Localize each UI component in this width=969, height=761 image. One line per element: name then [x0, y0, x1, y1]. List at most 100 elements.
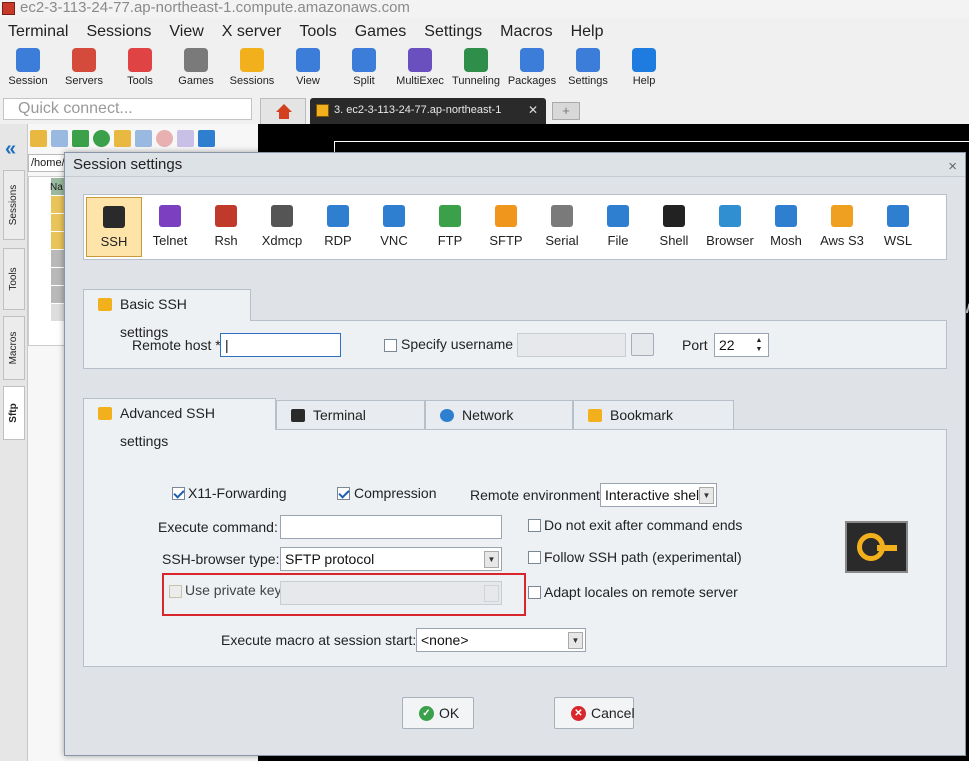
list-item[interactable] — [51, 268, 65, 285]
delete-icon[interactable] — [156, 130, 173, 147]
close-tab-icon[interactable]: ✕ — [528, 98, 538, 122]
toolbar-help-button[interactable]: Help — [616, 44, 672, 94]
menu-macros[interactable]: Macros — [492, 20, 562, 44]
username-input[interactable] — [517, 333, 626, 357]
list-item[interactable] — [51, 286, 65, 303]
adapt-locales-checkbox[interactable] — [528, 586, 541, 599]
protocol-ssh-button[interactable]: SSH — [86, 197, 142, 257]
x11-forwarding-checkbox[interactable] — [172, 487, 185, 500]
menu-tools[interactable]: Tools — [291, 20, 346, 44]
home-tab[interactable] — [260, 98, 306, 124]
toolbar-label: Help — [632, 75, 656, 87]
tab-bookmark-settings[interactable]: Bookmark settings — [573, 400, 734, 451]
side-tab-sessions[interactable]: Sessions — [3, 170, 25, 240]
toolbar-session-button[interactable]: Session — [0, 44, 56, 94]
sftp-path-input[interactable]: /home/u — [28, 154, 68, 172]
quick-connect-input[interactable]: Quick connect... — [3, 98, 252, 120]
protocol-vnc-button[interactable]: VNC — [366, 197, 422, 257]
refresh-icon[interactable] — [93, 130, 110, 147]
session-tab[interactable]: 3. ec2-3-113-24-77.ap-northeast-1 ✕ — [310, 98, 546, 124]
menu-games[interactable]: Games — [347, 20, 417, 44]
protocol-rdp-button[interactable]: RDP — [310, 197, 366, 257]
user-manager-icon[interactable] — [631, 333, 654, 356]
ok-button[interactable]: ✓ OK — [402, 697, 474, 729]
protocol-xdmcp-button[interactable]: Xdmcp — [254, 197, 310, 257]
menu-help[interactable]: Help — [563, 20, 614, 44]
toolbar-label: Tools — [127, 75, 153, 87]
protocol-sftp-button[interactable]: SFTP — [478, 197, 534, 257]
specify-username-checkbox[interactable] — [384, 339, 397, 352]
list-item[interactable] — [51, 232, 65, 249]
side-tab-sftp[interactable]: Sftp — [3, 386, 25, 440]
sftp-file-list[interactable] — [28, 176, 68, 346]
upload-icon[interactable] — [72, 130, 89, 147]
name-column-header[interactable]: Na — [50, 182, 63, 193]
toolbar-tools-button[interactable]: Tools — [112, 44, 168, 94]
chevron-down-icon[interactable]: ▼ — [568, 632, 583, 649]
packages-icon — [520, 48, 544, 72]
tab-terminal-settings[interactable]: Terminal settings — [276, 400, 425, 451]
toolbar-servers-button[interactable]: Servers — [56, 44, 112, 94]
menu-x-server[interactable]: X server — [214, 20, 292, 44]
menu-settings[interactable]: Settings — [416, 20, 492, 44]
toolbar-view-button[interactable]: View — [280, 44, 336, 94]
execute-command-input[interactable] — [280, 515, 502, 539]
do-not-exit-checkbox[interactable] — [528, 519, 541, 532]
toolbar-split-button[interactable]: Split — [336, 44, 392, 94]
toolbar-packages-button[interactable]: Packages — [504, 44, 560, 94]
toolbar-settings-button[interactable]: Settings — [560, 44, 616, 94]
gear-icon — [576, 48, 600, 72]
execute-macro-value: <none> — [421, 632, 469, 648]
new-folder-icon[interactable] — [114, 130, 131, 147]
protocol-file-button[interactable]: File — [590, 197, 646, 257]
side-tab-macros[interactable]: Macros — [3, 316, 25, 380]
cancel-button[interactable]: ✕ Cancel — [554, 697, 635, 729]
toolbar-sessions-button[interactable]: Sessions — [224, 44, 280, 94]
list-item[interactable] — [51, 196, 65, 213]
tab-basic-ssh-settings[interactable]: Basic SSH settings — [83, 289, 251, 340]
collapse-arrow-icon[interactable]: « — [5, 138, 16, 161]
compression-checkbox[interactable] — [337, 487, 350, 500]
list-item[interactable] — [51, 304, 65, 321]
follow-ssh-path-checkbox[interactable] — [528, 551, 541, 564]
toolbar-label: MultiExec — [396, 75, 444, 87]
new-file-icon[interactable] — [135, 130, 152, 147]
port-input[interactable]: 22 ▲ ▼ — [714, 333, 769, 357]
protocol-shell-button[interactable]: Shell — [646, 197, 702, 257]
protocol-aws-s3-button[interactable]: Aws S3 — [814, 197, 870, 257]
rename-icon[interactable] — [177, 130, 194, 147]
protocol-mosh-button[interactable]: Mosh — [758, 197, 814, 257]
list-item[interactable] — [51, 214, 65, 231]
side-tab-tools[interactable]: Tools — [3, 248, 25, 310]
protocol-browser-button[interactable]: Browser — [702, 197, 758, 257]
menu-terminal[interactable]: Terminal — [0, 20, 78, 44]
toolbar-tunneling-button[interactable]: Tunneling — [448, 44, 504, 94]
protocol-ftp-button[interactable]: FTP — [422, 197, 478, 257]
session-tab-label: 3. ec2-3-113-24-77.ap-northeast-1 — [334, 104, 502, 116]
protocol-wsl-button[interactable]: WSL — [870, 197, 926, 257]
list-item[interactable] — [51, 250, 65, 267]
protocol-rsh-button[interactable]: Rsh — [198, 197, 254, 257]
menu-sessions[interactable]: Sessions — [78, 20, 161, 44]
properties-icon[interactable] — [198, 130, 215, 147]
toolbar-multiexec-button[interactable]: MultiExec — [392, 44, 448, 94]
tab-network-settings[interactable]: Network settings — [425, 400, 573, 451]
remote-environment-select[interactable]: Interactive shell ▼ — [600, 483, 717, 507]
toolbar-games-button[interactable]: Games — [168, 44, 224, 94]
port-spinner[interactable]: ▲ ▼ — [752, 336, 766, 355]
protocol-telnet-button[interactable]: Telnet — [142, 197, 198, 257]
folder-up-icon[interactable] — [30, 130, 47, 147]
dialog-close-icon[interactable]: × — [948, 155, 957, 179]
download-icon[interactable] — [51, 130, 68, 147]
protocol-serial-button[interactable]: Serial — [534, 197, 590, 257]
ssh-browser-type-select[interactable]: SFTP protocol ▼ — [280, 547, 502, 571]
menu-view[interactable]: View — [161, 20, 213, 44]
chevron-down-icon[interactable]: ▼ — [699, 487, 714, 504]
protocol-label: Mosh — [770, 233, 802, 248]
remote-host-input[interactable]: | — [220, 333, 341, 357]
aws-s3-icon — [831, 205, 853, 227]
chevron-down-icon[interactable]: ▼ — [484, 551, 499, 568]
new-tab-button[interactable]: + — [552, 102, 580, 120]
tab-advanced-ssh-settings[interactable]: Advanced SSH settings — [83, 398, 276, 449]
execute-macro-select[interactable]: <none> ▼ — [416, 628, 586, 652]
